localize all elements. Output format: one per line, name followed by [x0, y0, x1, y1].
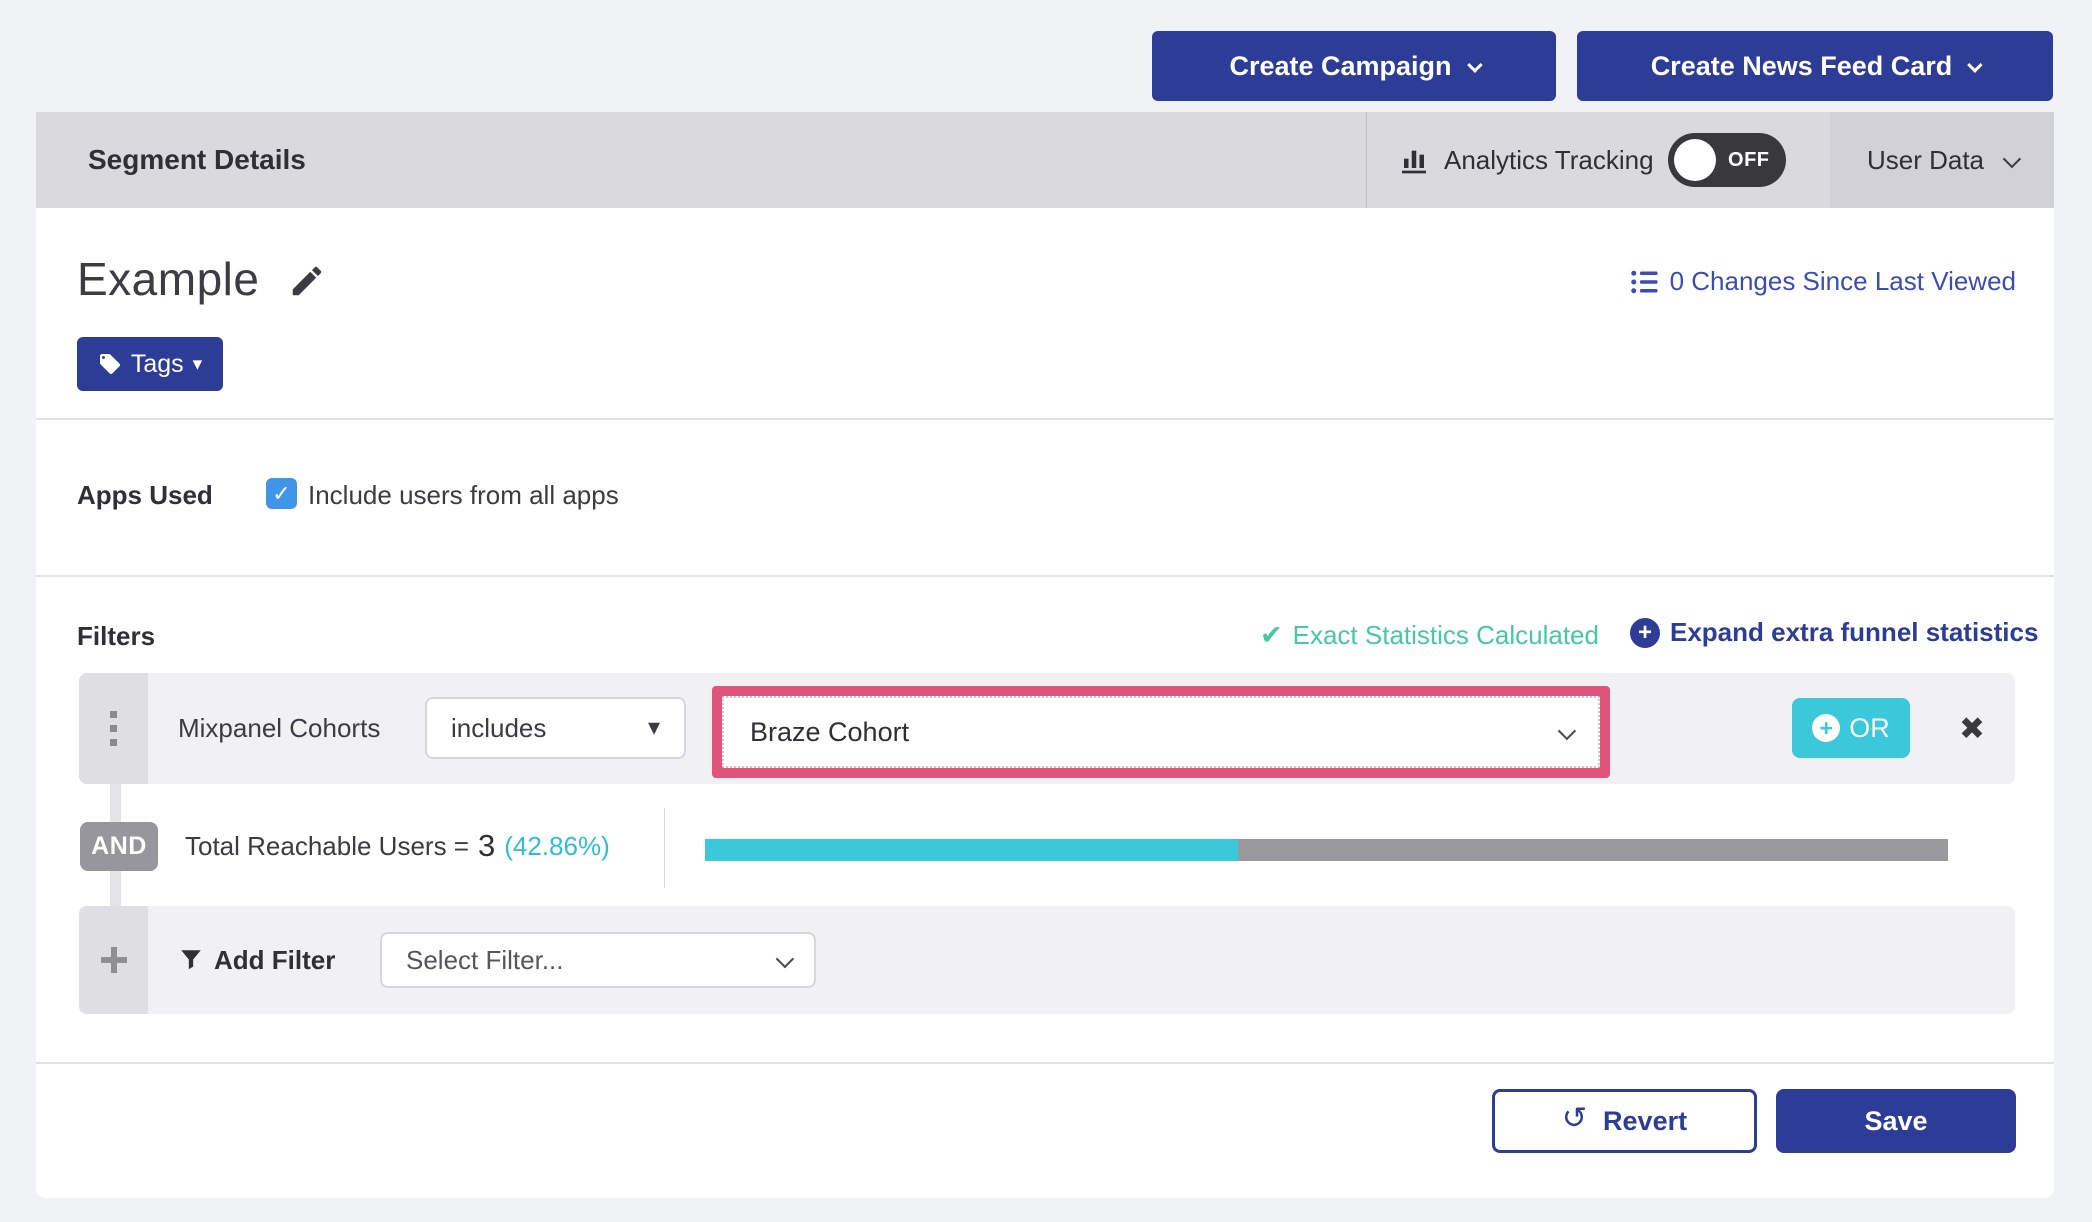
add-or-condition-button[interactable]: + OR [1792, 698, 1910, 758]
drag-dot [110, 725, 117, 732]
expand-funnel-label: Expand extra funnel statistics [1670, 617, 2038, 648]
highlight-outline: Braze Cohort [712, 686, 1610, 778]
user-data-dropdown[interactable]: User Data [1830, 112, 2054, 208]
select-filter-dropdown[interactable]: Select Filter... [380, 932, 816, 988]
bar-chart-icon [1398, 144, 1430, 176]
include-all-apps-label: Include users from all apps [308, 480, 619, 511]
apps-used-label: Apps Used [77, 480, 213, 511]
checkmark-icon: ✓ [272, 481, 290, 507]
reachable-users-percent: (42.86%) [504, 831, 610, 862]
remove-filter-button[interactable]: ✖ [1941, 673, 2003, 784]
plus-glyph: + [1820, 717, 1833, 740]
section-divider [36, 1062, 2054, 1064]
triangle-down-icon: ▾ [193, 355, 203, 374]
check-icon: ✔ [1260, 620, 1283, 651]
close-icon: ✖ [1959, 711, 1985, 747]
cohort-select[interactable]: Braze Cohort [722, 696, 1600, 768]
reachable-bar-fill [705, 839, 1238, 861]
edit-pencil-icon[interactable] [288, 262, 326, 300]
reachable-users-bar [705, 839, 1948, 861]
segment-details-header: Segment Details Analytics Tracking OFF U… [36, 112, 2054, 208]
changes-link-label: 0 Changes Since Last Viewed [1670, 266, 2016, 297]
create-campaign-label: Create Campaign [1229, 51, 1451, 82]
operator-value: includes [451, 713, 546, 744]
page-title: Segment Details [88, 112, 306, 208]
add-filter-label-group: Add Filter [178, 906, 335, 1014]
revert-arrow-icon: ↺ [1562, 1104, 1587, 1134]
add-filter-label: Add Filter [214, 945, 335, 976]
or-label: OR [1849, 713, 1890, 744]
expand-funnel-statistics-link[interactable]: + Expand extra funnel statistics [1630, 617, 2038, 648]
add-filter-row: Add Filter Select Filter... [79, 906, 2015, 1014]
create-news-feed-card-button[interactable]: Create News Feed Card [1577, 31, 2053, 101]
save-button[interactable]: Save [1776, 1089, 2016, 1153]
chevron-down-icon [1467, 57, 1483, 73]
tags-label: Tags [131, 350, 184, 379]
chevron-down-icon [1967, 57, 1983, 73]
filter-field-label: Mixpanel Cohorts [178, 673, 380, 784]
toggle-knob [1674, 139, 1716, 181]
create-campaign-button[interactable]: Create Campaign [1152, 31, 1556, 101]
filters-title: Filters [77, 621, 155, 652]
plus-glyph: + [1638, 621, 1652, 645]
reachable-users-stats: Total Reachable Users = 3 (42.86%) [185, 820, 610, 872]
changes-since-last-viewed-link[interactable]: 0 Changes Since Last Viewed [1630, 266, 2016, 297]
save-label: Save [1864, 1106, 1927, 1137]
revert-label: Revert [1603, 1106, 1687, 1137]
drag-dot [110, 711, 117, 718]
section-divider [36, 575, 2054, 577]
plus-circle-icon: + [1630, 618, 1660, 648]
tags-button[interactable]: Tags ▾ [77, 337, 223, 391]
analytics-tracking-toggle[interactable]: OFF [1668, 133, 1786, 187]
stats-divider [664, 808, 665, 888]
segment-panel: Example 0 Changes Since Last Viewed Tags… [36, 208, 2054, 1198]
cohort-value: Braze Cohort [750, 717, 909, 748]
tag-icon [98, 352, 122, 376]
filter-row: Mixpanel Cohorts includes ▾ Braze Cohort… [79, 673, 2015, 784]
operator-select[interactable]: includes ▾ [425, 697, 686, 759]
list-icon [1630, 267, 1660, 297]
triangle-down-icon: ▾ [648, 716, 660, 740]
exact-statistics-status: ✔ Exact Statistics Calculated [1260, 620, 1599, 651]
plus-circle-icon: + [1812, 714, 1840, 742]
chevron-down-icon [2003, 149, 2021, 167]
include-all-apps-checkbox[interactable]: ✓ [266, 478, 297, 509]
plus-icon [101, 947, 127, 973]
revert-button[interactable]: ↺ Revert [1492, 1089, 1757, 1153]
select-filter-placeholder: Select Filter... [406, 945, 564, 976]
toggle-state-label: OFF [1728, 133, 1770, 187]
section-divider [36, 418, 2054, 420]
and-connector-badge: AND [80, 822, 158, 871]
analytics-tracking-group: Analytics Tracking OFF [1398, 112, 1786, 208]
header-divider [1366, 112, 1367, 208]
reachable-users-value: 3 [478, 828, 495, 864]
chevron-down-icon [776, 949, 794, 967]
user-data-label: User Data [1867, 145, 1984, 176]
exact-statistics-label: Exact Statistics Calculated [1293, 620, 1599, 651]
segment-name: Example [77, 252, 259, 306]
chevron-down-icon [1558, 721, 1576, 739]
drag-dot [110, 739, 117, 746]
add-filter-handle[interactable] [79, 906, 148, 1014]
funnel-icon [178, 947, 204, 973]
filter-drag-handle[interactable] [79, 673, 148, 784]
analytics-tracking-label: Analytics Tracking [1444, 145, 1654, 176]
reachable-users-label: Total Reachable Users = [185, 831, 469, 862]
create-news-feed-card-label: Create News Feed Card [1651, 51, 1953, 82]
